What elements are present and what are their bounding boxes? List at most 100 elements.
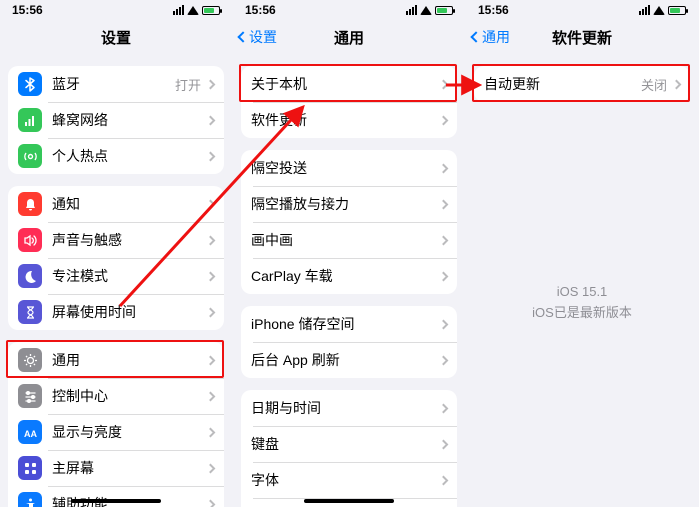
chevron-right-icon bbox=[439, 271, 449, 281]
update-status: iOS 15.1 iOS已是最新版本 bbox=[466, 282, 698, 324]
battery-icon bbox=[668, 6, 686, 15]
chevron-right-icon bbox=[206, 391, 216, 401]
status-time: 15:56 bbox=[12, 3, 43, 17]
chevron-left-icon bbox=[237, 31, 248, 42]
page-title: 软件更新 bbox=[552, 27, 612, 48]
bell-icon bbox=[18, 192, 42, 216]
settings-row[interactable]: 软件更新 bbox=[241, 102, 457, 138]
row-label: CarPlay 车载 bbox=[251, 266, 438, 286]
row-label: 软件更新 bbox=[251, 110, 438, 130]
chevron-right-icon bbox=[439, 319, 449, 329]
settings-row[interactable]: 蜂窝网络 bbox=[8, 102, 224, 138]
row-label: 蜂窝网络 bbox=[52, 110, 205, 130]
settings-row[interactable]: 键盘 bbox=[241, 426, 457, 462]
row-label: 隔空播放与接力 bbox=[251, 194, 438, 214]
sliders-icon bbox=[18, 384, 42, 408]
status-icons bbox=[639, 5, 686, 15]
back-label: 通用 bbox=[482, 27, 510, 47]
settings-row[interactable]: 通知 bbox=[8, 186, 224, 222]
chevron-right-icon bbox=[439, 475, 449, 485]
chevron-right-icon bbox=[206, 427, 216, 437]
chevron-right-icon bbox=[206, 307, 216, 317]
wifi-icon bbox=[653, 6, 665, 15]
chevron-right-icon bbox=[206, 271, 216, 281]
home-indicator bbox=[71, 499, 161, 503]
back-label: 设置 bbox=[249, 27, 277, 47]
status-bar: 15:56 bbox=[466, 0, 698, 20]
settings-row[interactable]: 声音与触感 bbox=[8, 222, 224, 258]
settings-row[interactable]: 后台 App 刷新 bbox=[241, 342, 457, 378]
wifi-icon bbox=[420, 6, 432, 15]
navbar: 通用 软件更新 bbox=[466, 20, 698, 54]
signal-icon bbox=[173, 5, 184, 15]
status-icons bbox=[173, 5, 220, 15]
access-icon bbox=[18, 492, 42, 507]
hourglass-icon bbox=[18, 300, 42, 324]
settings-row[interactable]: 专注模式 bbox=[8, 258, 224, 294]
bluetooth-icon bbox=[18, 72, 42, 96]
settings-row[interactable]: 辅助功能 bbox=[8, 486, 224, 507]
cellular-icon bbox=[18, 108, 42, 132]
chevron-right-icon bbox=[439, 403, 449, 413]
chevron-right-icon bbox=[206, 79, 216, 89]
status-time: 15:56 bbox=[245, 3, 276, 17]
chevron-right-icon bbox=[439, 163, 449, 173]
row-label: 主屏幕 bbox=[52, 458, 205, 478]
row-label: 显示与亮度 bbox=[52, 422, 205, 442]
settings-row[interactable]: 日期与时间 bbox=[241, 390, 457, 426]
home-indicator bbox=[304, 499, 394, 503]
signal-icon bbox=[406, 5, 417, 15]
navbar: 设置 通用 bbox=[233, 20, 465, 54]
row-label: iPhone 储存空间 bbox=[251, 314, 438, 334]
signal-icon bbox=[639, 5, 650, 15]
row-auto-update[interactable]: 自动更新 关闭 bbox=[474, 66, 690, 102]
chevron-right-icon bbox=[206, 235, 216, 245]
row-label: 专注模式 bbox=[52, 266, 205, 286]
settings-row[interactable]: 控制中心 bbox=[8, 378, 224, 414]
row-label: 日期与时间 bbox=[251, 398, 438, 418]
row-label: 隔空投送 bbox=[251, 158, 438, 178]
chevron-right-icon bbox=[439, 439, 449, 449]
settings-row[interactable]: 隔空播放与接力 bbox=[241, 186, 457, 222]
settings-row[interactable]: 关于本机 bbox=[241, 66, 457, 102]
battery-icon bbox=[202, 6, 220, 15]
gear-icon bbox=[18, 348, 42, 372]
settings-row[interactable]: 画中画 bbox=[241, 222, 457, 258]
chevron-right-icon bbox=[439, 235, 449, 245]
chevron-right-icon bbox=[206, 199, 216, 209]
chevron-right-icon bbox=[206, 115, 216, 125]
settings-row[interactable]: 字体 bbox=[241, 462, 457, 498]
back-button[interactable]: 通用 bbox=[472, 20, 510, 54]
settings-row[interactable]: 屏幕使用时间 bbox=[8, 294, 224, 330]
settings-row[interactable]: CarPlay 车载 bbox=[241, 258, 457, 294]
row-label: 关于本机 bbox=[251, 74, 438, 94]
chevron-right-icon bbox=[439, 199, 449, 209]
chevron-left-icon bbox=[470, 31, 481, 42]
grid-icon bbox=[18, 456, 42, 480]
settings-row[interactable]: 主屏幕 bbox=[8, 450, 224, 486]
status-icons bbox=[406, 5, 453, 15]
settings-row[interactable]: AA 显示与亮度 bbox=[8, 414, 224, 450]
settings-row[interactable]: 个人热点 bbox=[8, 138, 224, 174]
chevron-right-icon bbox=[439, 115, 449, 125]
svg-text:AA: AA bbox=[24, 429, 37, 439]
status-bar: 15:56 bbox=[0, 0, 232, 20]
chevron-right-icon bbox=[672, 79, 682, 89]
settings-row[interactable]: 隔空投送 bbox=[241, 150, 457, 186]
back-button[interactable]: 设置 bbox=[239, 20, 277, 54]
navbar: 设置 bbox=[0, 20, 232, 54]
settings-row[interactable]: iPhone 储存空间 bbox=[241, 306, 457, 342]
row-label: 后台 App 刷新 bbox=[251, 350, 438, 370]
textsize-icon: AA bbox=[18, 420, 42, 444]
row-label: 控制中心 bbox=[52, 386, 205, 406]
settings-row[interactable]: 通用 bbox=[8, 342, 224, 378]
row-label: 声音与触感 bbox=[52, 230, 205, 250]
row-label: 通知 bbox=[52, 194, 205, 214]
page-title: 设置 bbox=[101, 27, 131, 48]
settings-row[interactable]: 蓝牙打开 bbox=[8, 66, 224, 102]
chevron-right-icon bbox=[206, 499, 216, 507]
chevron-right-icon bbox=[439, 79, 449, 89]
page-title: 通用 bbox=[334, 27, 364, 48]
status-bar: 15:56 bbox=[233, 0, 465, 20]
ios-version: iOS 15.1 bbox=[466, 282, 698, 303]
